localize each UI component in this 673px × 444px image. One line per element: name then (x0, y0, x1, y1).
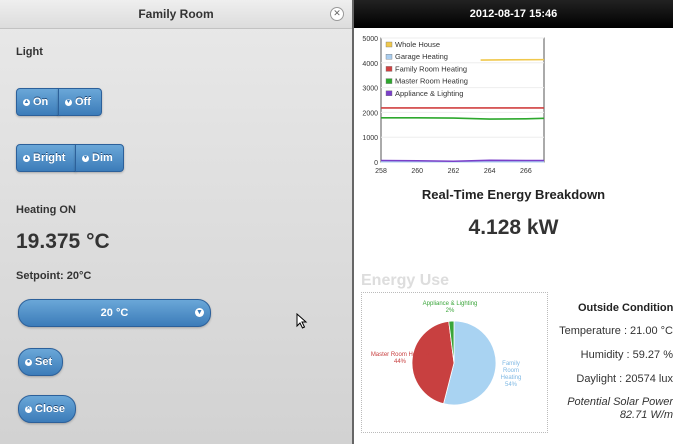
light-on-button[interactable]: ▲ On (16, 88, 59, 116)
close-icon: ✕ (25, 405, 32, 413)
light-off-button[interactable]: ▼ Off (58, 88, 102, 116)
current-temperature: 19.375 °C (16, 230, 110, 253)
slice-percent: 44% (394, 359, 407, 365)
slice-label: Family (502, 361, 520, 367)
x-tick-label: 258 (375, 168, 387, 175)
y-tick-label: 2000 (362, 110, 378, 117)
outside-conditions-title: Outside Conditions (578, 302, 673, 314)
solar-power-label: Potential Solar Power (567, 396, 673, 408)
legend-label: Whole House (395, 40, 440, 49)
legend-label: Family Room Heating (395, 64, 467, 73)
x-tick-label: 260 (411, 168, 423, 175)
chevron-down-icon: ▼ (82, 154, 89, 162)
x-tick-label: 262 (448, 168, 460, 175)
legend-swatch (385, 78, 393, 84)
slice-label: Room (503, 368, 519, 374)
energy-line-chart: 0 1000 2000 3000 4000 5000 258 260 262 264 266 Whol… (362, 36, 545, 175)
dashboard: 2012-08-17 15:46 0 1000 2000 3000 4000 5000 25… (354, 0, 673, 444)
setpoint-label: Setpoint: 20°C (16, 270, 92, 282)
outside-daylight: Daylight : 20574 lux (576, 373, 673, 385)
datetime-bar: 2012-08-17 15:46 (354, 0, 673, 28)
solar-power-value: 82.71 W/m (619, 409, 673, 421)
realtime-value: 4.128 kW (468, 216, 559, 239)
outside-humidity: Humidity : 59.27 % (580, 349, 673, 361)
energy-pie-chart: FamilyRoomHeating54% Master Room Heating4… (371, 301, 522, 406)
datetime: 2012-08-17 15:46 (469, 8, 558, 20)
energy-use-title: Energy Use (361, 272, 450, 289)
legend-label: Master Room Heating (395, 77, 468, 86)
dialog-title: Family Room (138, 7, 214, 21)
x-tick-label: 266 (520, 168, 532, 175)
chevron-down-icon: ▼ (65, 98, 72, 106)
light-label: Light (16, 46, 43, 58)
outside-temperature: Temperature : 21.00 °C (559, 325, 673, 337)
room-dialog: Family Room ✕ Light ▲ On ▼ Off ▲ Bright ▼ Di… (0, 0, 352, 444)
legend-swatch (385, 90, 393, 96)
slice-label: Appliance & Lighting (423, 301, 478, 307)
slice-label: Master Room Heating (371, 352, 429, 358)
setpoint-select[interactable]: 20 °C ▼ (18, 299, 211, 327)
close-button[interactable]: ✕ Close (18, 395, 76, 423)
legend-label: Garage Heating (395, 52, 448, 61)
energy-pie-panel: Family Room Heating 54% Master Room Heating 4… (361, 292, 548, 433)
dim-button[interactable]: ▼ Dim (75, 144, 124, 172)
mouse-cursor-icon (296, 313, 308, 329)
legend-label: Appliance & Lighting (395, 89, 463, 98)
dialog-header: Family Room ✕ (0, 0, 352, 29)
bright-button[interactable]: ▲ Bright (16, 144, 76, 172)
legend-swatch (385, 66, 393, 72)
chevron-down-icon: ▼ (195, 308, 204, 317)
series-line (380, 159, 544, 163)
slice-percent: 54% (505, 382, 518, 388)
chevron-up-icon: ▲ (23, 154, 30, 162)
heating-status: Heating ON (16, 204, 76, 216)
y-tick-label: 5000 (362, 36, 378, 43)
y-tick-label: 3000 (362, 86, 378, 93)
legend-swatch (385, 54, 393, 60)
check-icon: ● (25, 358, 32, 366)
slice-label: Heating (501, 375, 522, 381)
close-icon[interactable]: ✕ (330, 7, 344, 21)
slice-percent: 2% (446, 308, 455, 314)
x-tick-label: 264 (484, 168, 496, 175)
chevron-up-icon: ▲ (23, 98, 30, 106)
realtime-title: Real-Time Energy Breakdown (421, 187, 606, 202)
y-tick-label: 0 (374, 160, 378, 167)
y-tick-label: 4000 (362, 61, 378, 68)
set-button[interactable]: ● Set (18, 348, 63, 376)
legend-swatch (385, 41, 393, 48)
y-tick-label: 1000 (362, 135, 378, 142)
setpoint-value: 20 °C (100, 307, 129, 319)
